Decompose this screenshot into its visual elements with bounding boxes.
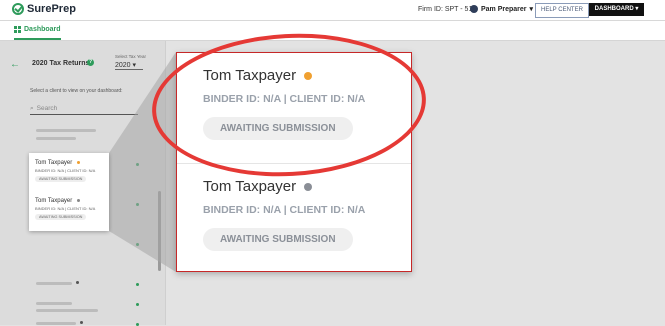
chevron-right-icon [136,303,139,306]
search-placeholder: Search [36,105,58,112]
select-client-hint: Select a client to view on your dashboar… [30,88,123,94]
dashboard-menu-button[interactable]: DASHBOARD ▾ [589,3,644,16]
list-item-placeholder[interactable] [36,282,72,285]
status-badge: AWAITING SUBMISSION [203,228,353,251]
status-dot [80,321,83,324]
user-menu[interactable]: Pam Preparer ▾ [470,5,533,13]
logo[interactable]: SurePrep [12,3,76,15]
status-dot [76,281,79,284]
chevron-down-icon: ▾ [529,6,534,13]
status-dot [304,182,313,191]
status-dot [76,198,80,202]
year-select-value: 2020 [115,62,131,69]
list-item[interactable]: Tom Taxpayer BINDER ID: N/A | CLIENT ID:… [35,160,95,182]
help-center-button[interactable]: HELP CENTER [535,3,589,18]
year-select[interactable]: 2020 ▾ [115,61,143,70]
scrollbar[interactable] [158,191,161,271]
client-meta: BINDER ID: N/A | CLIENT ID: N/A [35,206,96,211]
client-list-preview: Tom Taxpayer BINDER ID: N/A | CLIENT ID:… [29,153,109,231]
status-dot [76,160,80,164]
chevron-right-icon [136,163,139,166]
list-item-placeholder[interactable] [36,129,96,132]
back-arrow-icon[interactable]: ← [10,59,20,70]
list-item[interactable]: Tom Taxpayer BINDER ID: N/A | CLIENT ID:… [203,178,365,251]
client-meta: BINDER ID: N/A | CLIENT ID: N/A [203,204,366,216]
client-name: Tom Taxpayer [203,178,297,195]
list-item-placeholder [36,309,98,312]
status-badge: AWAITING SUBMISSION [35,176,87,182]
sureprep-logo-icon [12,3,24,15]
firm-id: Firm ID: SPT - 51 [418,6,472,13]
client-name: Tom Taxpayer [35,198,73,204]
chevron-down-icon: ▾ [132,62,137,69]
help-icon[interactable]: ? [87,59,94,66]
grid-icon [14,26,21,33]
list-item-placeholder[interactable] [36,302,72,305]
chevron-right-icon [136,243,139,246]
list-item-placeholder [36,137,76,140]
firm-id-label: Firm ID: [418,6,443,13]
top-bar: SurePrep Firm ID: SPT - 51 Pam Preparer … [0,0,665,21]
client-name: Tom Taxpayer [35,160,73,166]
search-input[interactable]: ⌕ Search [30,105,138,115]
logo-text: SurePrep [27,3,76,15]
firm-id-value: SPT - 51 [444,6,473,13]
user-name: Pam Preparer [481,5,527,13]
client-meta: BINDER ID: N/A | CLIENT ID: N/A [35,168,96,173]
user-avatar-icon [470,5,478,13]
status-badge: AWAITING SUBMISSION [35,214,87,220]
tab-dashboard-label: Dashboard [24,26,61,33]
sidebar-title: 2020 Tax Returns [32,60,90,67]
list-item[interactable]: Tom Taxpayer BINDER ID: N/A | CLIENT ID:… [35,198,95,220]
chevron-right-icon [136,283,139,286]
chevron-right-icon [136,203,139,206]
year-select-label: Select Tax Year [115,54,146,59]
tab-dashboard[interactable]: Dashboard [14,21,61,40]
search-icon: ⌕ [30,105,34,112]
